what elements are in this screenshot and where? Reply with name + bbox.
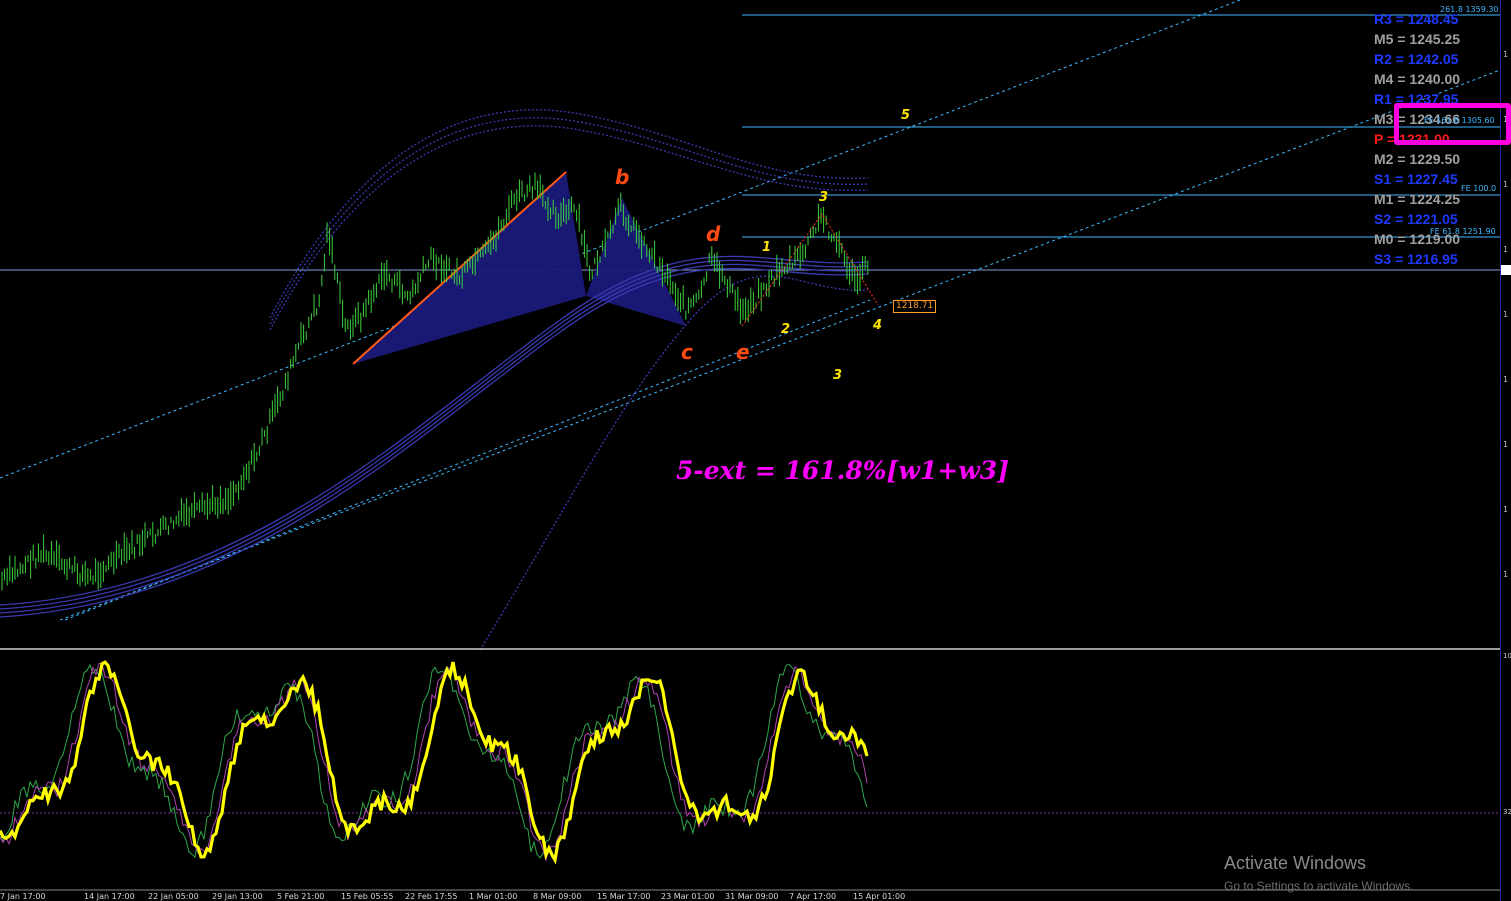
wave-label-5: 5 xyxy=(901,108,911,123)
wave-label-1: 1 xyxy=(762,240,772,255)
wave-label-4: 4 xyxy=(873,318,883,333)
time-label: 8 Mar 09:00 xyxy=(533,892,582,901)
pivot-level-m5: M5 = 1245.25 xyxy=(1374,31,1461,47)
time-label: 14 Jan 17:00 xyxy=(84,892,135,901)
time-label: 31 Mar 09:00 xyxy=(725,892,779,901)
time-label: 5 Feb 21:00 xyxy=(277,892,325,901)
candlesticks xyxy=(1,172,869,591)
axis-tick: 1 xyxy=(1503,570,1509,579)
fib-label-61: FE 61.8 1251.90 xyxy=(1430,227,1496,236)
current-price-marker xyxy=(1501,265,1511,275)
time-label: 7 Apr 17:00 xyxy=(789,892,837,901)
axis-tick: 1 xyxy=(1503,375,1509,384)
wave-label-3-lower: 3 xyxy=(833,368,843,383)
pivot-level-m4: M4 = 1240.00 xyxy=(1374,71,1461,87)
pivot-level-r2: R2 = 1242.05 xyxy=(1374,51,1459,67)
axis-tick: 1 xyxy=(1503,245,1509,254)
pivot-level-m1: M1 = 1224.25 xyxy=(1374,191,1461,207)
pivot-level-s2: S2 = 1221.05 xyxy=(1374,211,1458,227)
oscillator-scale-mid: 32 xyxy=(1503,808,1511,816)
activate-windows-subtitle: Go to Settings to activate Windows. xyxy=(1224,879,1414,893)
axis-tick: 1 xyxy=(1503,50,1509,59)
time-label: 22 Jan 05:00 xyxy=(148,892,199,901)
axis-tick: 1 xyxy=(1503,310,1509,319)
wave-label-b: b xyxy=(615,165,630,189)
axis-tick: 1 xyxy=(1503,505,1509,514)
pivot-level-s1: S1 = 1227.45 xyxy=(1374,171,1458,187)
envelope-bands xyxy=(0,109,869,651)
fib-label-261: 261.8 1359.30 xyxy=(1440,5,1499,14)
pivot-level-m2: M2 = 1229.50 xyxy=(1374,151,1461,167)
time-label: 29 Jan 13:00 xyxy=(212,892,263,901)
axis-tick: 1 xyxy=(1503,180,1509,189)
stochastic-signal-green xyxy=(0,663,868,859)
stochastic-oscillator xyxy=(0,660,869,865)
activate-windows-title: Activate Windows xyxy=(1224,853,1367,873)
stochastic-main-line xyxy=(0,660,869,865)
time-label: 15 Apr 01:00 xyxy=(853,892,906,901)
fib-161-highlight xyxy=(1394,103,1511,145)
wave-extension-annotation: 5-ext = 161.8%[w1+w3] xyxy=(676,456,1009,485)
time-label: 7 Jan 17:00 xyxy=(0,892,46,901)
time-label: 23 Mar 01:00 xyxy=(661,892,715,901)
time-label: 15 Feb 05:55 xyxy=(341,892,394,901)
fib-label-100: FE 100.0 xyxy=(1461,184,1497,193)
wave-label-d: d xyxy=(706,222,721,246)
axis-tick: 1 xyxy=(1503,440,1509,449)
oscillator-scale-top: 100 xyxy=(1503,652,1511,660)
pivot-level-s3: S3 = 1216.95 xyxy=(1374,251,1458,267)
wave-label-3: 3 xyxy=(819,190,829,205)
wave-label-c: c xyxy=(681,340,693,364)
wave-label-e: e xyxy=(736,340,750,364)
wave-label-2: 2 xyxy=(781,322,791,337)
time-label: 22 Feb 17:55 xyxy=(405,892,458,901)
price-chart[interactable] xyxy=(0,0,1511,901)
trend-channel xyxy=(0,0,1501,621)
time-label: 15 Mar 17:00 xyxy=(597,892,651,901)
price-tag: 1218.71 xyxy=(893,300,937,313)
time-label: 1 Mar 01:00 xyxy=(469,892,518,901)
